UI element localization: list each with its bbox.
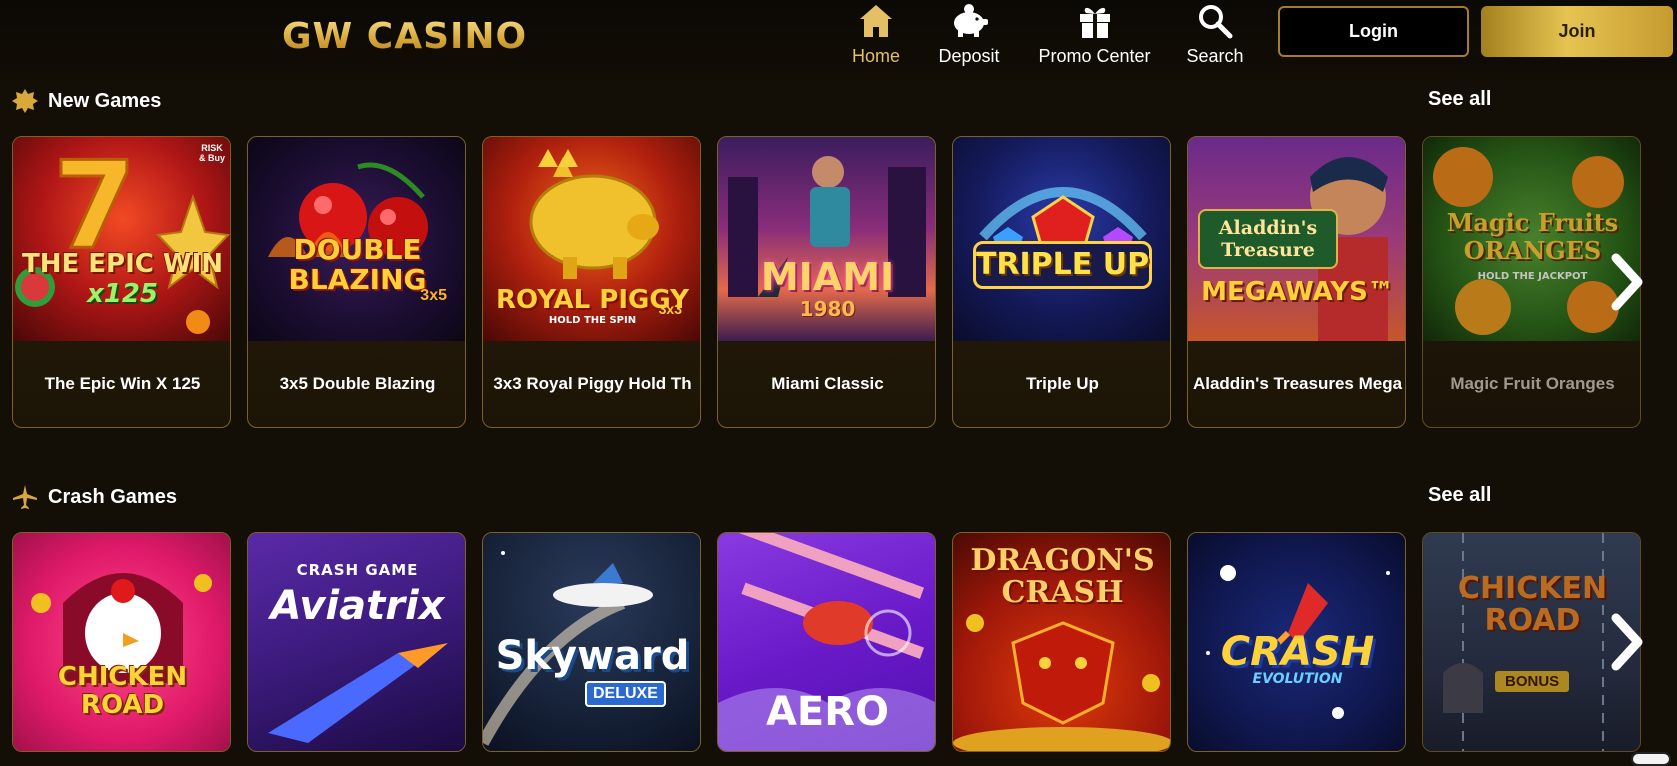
game-art-title: AERO — [765, 689, 890, 735]
game-name: Magic Fruit Oranges — [1450, 374, 1615, 393]
game-card[interactable]: AERO — [717, 532, 936, 752]
search-icon — [1199, 5, 1233, 39]
game-art-sub: EVOLUTION — [1252, 671, 1343, 687]
game-art-sub: x125 — [86, 279, 159, 309]
game-art-sub: DELUXE — [585, 681, 666, 707]
crash-games-header: Crash Games — [12, 482, 177, 512]
section-title-new-games: New Games — [48, 89, 162, 112]
login-button[interactable]: Login — [1278, 6, 1469, 57]
next-arrow-crash-games[interactable] — [1606, 612, 1646, 672]
seven-art-icon: 7 — [15, 137, 230, 334]
game-art-badge: 3x3 — [658, 301, 682, 317]
game-art-title: DRAGON'S CRASH — [970, 543, 1155, 610]
game-thumbnail: CHICKEN ROAD — [13, 533, 230, 751]
game-name: Aladdin's Treasures Mega — [1192, 374, 1403, 393]
game-art-title: Skyward — [495, 633, 690, 679]
join-button[interactable]: Join — [1481, 6, 1673, 57]
nav-home[interactable]: Home — [846, 0, 906, 80]
sparkle-badge-icon — [12, 89, 38, 113]
game-card[interactable]: TRIPLE UP Triple Up — [952, 136, 1171, 428]
game-art-title: CHICKEN ROAD — [1457, 571, 1608, 638]
see-all-new-games[interactable]: See all — [1428, 88, 1491, 111]
game-art-title: Aviatrix — [270, 583, 445, 629]
game-thumbnail: 7 THE EPIC WIN x125 RISK & Buy — [13, 137, 230, 341]
game-card[interactable]: DOUBLE BLAZING 3x5 3x5 Double Blazing — [247, 136, 466, 428]
game-art-title: DOUBLE BLAZING — [288, 233, 427, 296]
gem-art-icon — [979, 187, 1147, 255]
nav-promo-label: Promo Center — [1038, 46, 1151, 66]
game-art-title: MIAMI — [760, 255, 895, 299]
game-name: The Epic Win X 125 — [44, 374, 201, 393]
nav-search-label: Search — [1186, 46, 1244, 66]
game-thumbnail: DOUBLE BLAZING 3x5 — [248, 137, 465, 341]
piggy-bank-icon — [954, 4, 988, 37]
nav-promo-center[interactable]: Promo Center — [1037, 0, 1152, 80]
nav-search[interactable]: Search — [1183, 0, 1247, 80]
logo-text: GW CASINO — [282, 15, 528, 57]
game-name: 3x3 Royal Piggy Hold Th — [493, 374, 692, 393]
game-thumbnail: TRIPLE UP — [953, 137, 1170, 341]
game-card[interactable]: Aladdin's Treasure MEGAWAYS™ Aladdin's T… — [1187, 136, 1406, 428]
casino-logo[interactable]: GW CASINO — [282, 12, 527, 60]
game-art-title: TRIPLE UP — [975, 247, 1150, 282]
airplane-icon — [13, 485, 37, 509]
game-art-title: Magic Fruits ORANGES — [1446, 208, 1619, 265]
game-art-title: Aladdin's Treasure — [1218, 217, 1318, 261]
game-art-title: CRASH — [1220, 629, 1375, 675]
game-card[interactable]: CRASH GAME Aviatrix — [247, 532, 466, 752]
scroll-indicator[interactable] — [1631, 752, 1671, 766]
game-card[interactable]: CHICKEN ROAD — [12, 532, 231, 752]
new-games-header: New Games — [12, 86, 161, 116]
game-card[interactable]: DRAGON'S CRASH — [952, 532, 1171, 752]
game-thumbnail: CRASH EVOLUTION — [1188, 533, 1405, 751]
game-thumbnail: Skyward DELUXE — [483, 533, 700, 751]
game-art-sub: 1980 — [799, 297, 856, 321]
game-name: Miami Classic — [771, 374, 884, 393]
game-card[interactable]: 7 THE EPIC WIN x125 RISK & Buy The Epic … — [12, 136, 231, 428]
nav-deposit[interactable]: Deposit — [934, 0, 1004, 80]
nav-deposit-label: Deposit — [938, 46, 1000, 66]
section-title-crash-games: Crash Games — [48, 485, 177, 508]
game-art-sub: BONUS — [1495, 671, 1570, 692]
game-card[interactable]: Skyward DELUXE — [482, 532, 701, 752]
game-thumbnail: MIAMI 1980 — [718, 137, 935, 341]
game-card[interactable]: ROYAL PIGGY HOLD THE SPIN 3x3 3x3 Royal … — [482, 136, 701, 428]
game-name: 3x5 Double Blazing — [279, 374, 436, 393]
game-thumbnail: AERO — [718, 533, 935, 751]
home-icon — [860, 5, 892, 37]
game-art-sub: MEGAWAYS™ — [1201, 277, 1394, 307]
game-art-sub: 3x5 — [420, 287, 447, 304]
game-thumbnail: DRAGON'S CRASH — [953, 533, 1170, 751]
game-art-sub: CRASH GAME — [296, 561, 419, 579]
nav-home-label: Home — [851, 46, 900, 66]
game-card[interactable]: CRASH EVOLUTION — [1187, 532, 1406, 752]
game-thumbnail: CRASH GAME Aviatrix — [248, 533, 465, 751]
game-art-badge: RISK & Buy — [198, 143, 225, 163]
game-art-title: CHICKEN ROAD — [57, 662, 188, 720]
game-thumbnail: ROYAL PIGGY HOLD THE SPIN 3x3 — [483, 137, 700, 341]
game-art-title: THE EPIC WIN — [21, 249, 224, 279]
see-all-crash-games[interactable]: See all — [1428, 484, 1491, 507]
game-name: Triple Up — [1026, 374, 1099, 393]
next-arrow-new-games[interactable] — [1606, 252, 1646, 312]
top-header: GW CASINO Home Deposit Promo Center Sear… — [0, 0, 1677, 80]
gift-icon — [1079, 7, 1110, 38]
game-card[interactable]: MIAMI 1980 Miami Classic — [717, 136, 936, 428]
game-thumbnail: Aladdin's Treasure MEGAWAYS™ — [1188, 137, 1405, 341]
